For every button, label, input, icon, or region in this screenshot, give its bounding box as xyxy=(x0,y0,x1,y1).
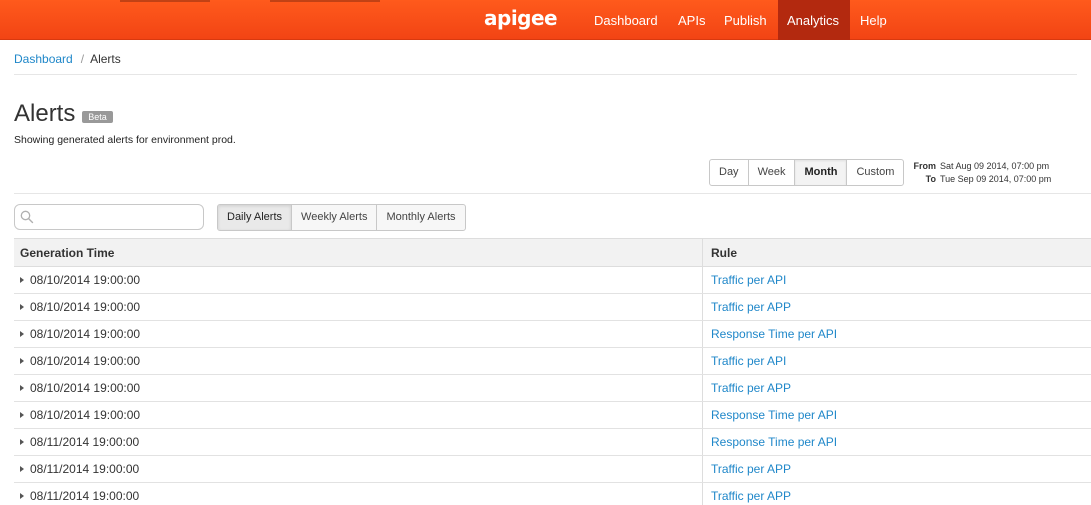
expand-caret-icon[interactable] xyxy=(20,331,24,337)
rule-link[interactable]: Traffic per APP xyxy=(703,456,1091,482)
rule-link[interactable]: Traffic per API xyxy=(703,348,1091,374)
rule-link[interactable]: Traffic per APP xyxy=(703,294,1091,320)
expand-caret-icon[interactable] xyxy=(20,358,24,364)
table-row[interactable]: 08/10/2014 19:00:00 Traffic per APP xyxy=(14,375,1091,402)
decorative-streak xyxy=(120,0,210,2)
page-title: Alerts xyxy=(14,100,76,127)
range-custom-button[interactable]: Custom xyxy=(847,160,903,185)
generation-time-text: 08/11/2014 19:00:00 xyxy=(30,488,140,503)
generation-time-cell: 08/10/2014 19:00:00 xyxy=(14,402,703,428)
generation-time-text: 08/10/2014 19:00:00 xyxy=(30,299,141,314)
nav-dashboard[interactable]: Dashboard xyxy=(585,0,667,40)
breadcrumb: Dashboard / Alerts xyxy=(14,52,121,66)
range-day-button[interactable]: Day xyxy=(710,160,749,185)
range-month-button[interactable]: Month xyxy=(795,160,848,185)
to-value: Tue Sep 09 2014, 07:00 pm xyxy=(940,174,1052,184)
search-icon xyxy=(20,210,34,224)
rule-link[interactable]: Traffic per APP xyxy=(703,375,1091,401)
tab-monthly-alerts[interactable]: Monthly Alerts xyxy=(377,205,464,230)
expand-caret-icon[interactable] xyxy=(20,466,24,472)
generation-time-cell: 08/10/2014 19:00:00 xyxy=(14,267,703,293)
breadcrumb-separator: / xyxy=(80,52,85,66)
nav-analytics[interactable]: Analytics xyxy=(778,0,850,40)
breadcrumb-dashboard-link[interactable]: Dashboard xyxy=(14,52,73,66)
generation-time-text: 08/11/2014 19:00:00 xyxy=(30,461,140,476)
alert-period-tabs: Daily Alerts Weekly Alerts Monthly Alert… xyxy=(217,204,466,231)
generation-time-cell: 08/11/2014 19:00:00 xyxy=(14,456,703,482)
table-row[interactable]: 08/10/2014 19:00:00 Traffic per API xyxy=(14,267,1091,294)
tab-weekly-alerts[interactable]: Weekly Alerts xyxy=(292,205,378,230)
nav-help[interactable]: Help xyxy=(851,0,896,40)
column-header-rule[interactable]: Rule xyxy=(703,239,1091,266)
table-row[interactable]: 08/11/2014 19:00:00 Response Time per API xyxy=(14,429,1091,456)
expand-caret-icon[interactable] xyxy=(20,412,24,418)
nav-apis[interactable]: APIs xyxy=(669,0,714,40)
divider xyxy=(14,74,1077,75)
search-input[interactable] xyxy=(39,206,199,228)
nav-publish[interactable]: Publish xyxy=(715,0,776,40)
tab-daily-alerts[interactable]: Daily Alerts xyxy=(218,205,293,230)
search-box xyxy=(14,204,204,230)
divider xyxy=(14,193,1091,194)
generation-time-text: 08/10/2014 19:00:00 xyxy=(30,326,141,341)
decorative-streak xyxy=(270,0,380,2)
alerts-table: Generation Time Rule 08/10/2014 19:00:00… xyxy=(14,238,1091,505)
to-label: To xyxy=(925,174,936,184)
breadcrumb-current: Alerts xyxy=(90,52,121,66)
table-header: Generation Time Rule xyxy=(14,239,1091,267)
time-range-selector: Day Week Month Custom xyxy=(709,159,905,186)
rule-link[interactable]: Response Time per API xyxy=(703,429,1091,455)
expand-caret-icon[interactable] xyxy=(20,277,24,283)
generation-time-text: 08/10/2014 19:00:00 xyxy=(30,380,141,395)
generation-time-cell: 08/11/2014 19:00:00 xyxy=(14,483,703,505)
page-subtitle: Showing generated alerts for environment… xyxy=(14,134,236,146)
rule-link[interactable]: Response Time per API xyxy=(703,402,1091,428)
expand-caret-icon[interactable] xyxy=(20,304,24,310)
table-body: 08/10/2014 19:00:00 Traffic per API 08/10/… xyxy=(14,267,1091,505)
column-header-generation-time[interactable]: Generation Time xyxy=(14,239,703,266)
table-row[interactable]: 08/10/2014 19:00:00 Traffic per API xyxy=(14,348,1091,375)
date-range-display: From Sat Aug 09 2014, 07:00 pm To Tue Se… xyxy=(908,160,1052,186)
expand-caret-icon[interactable] xyxy=(20,385,24,391)
generation-time-cell: 08/10/2014 19:00:00 xyxy=(14,375,703,401)
table-row[interactable]: 08/10/2014 19:00:00 Response Time per API xyxy=(14,402,1091,429)
table-row[interactable]: 08/11/2014 19:00:00 Traffic per APP xyxy=(14,456,1091,483)
rule-link[interactable]: Traffic per APP xyxy=(703,483,1091,505)
table-row[interactable]: 08/11/2014 19:00:00 Traffic per APP xyxy=(14,483,1091,505)
expand-caret-icon[interactable] xyxy=(20,493,24,499)
table-row[interactable]: 08/10/2014 19:00:00 Traffic per APP xyxy=(14,294,1091,321)
table-row[interactable]: 08/10/2014 19:00:00 Response Time per API xyxy=(14,321,1091,348)
generation-time-text: 08/10/2014 19:00:00 xyxy=(30,353,141,368)
generation-time-text: 08/11/2014 19:00:00 xyxy=(30,434,140,449)
expand-caret-icon[interactable] xyxy=(20,439,24,445)
from-label: From xyxy=(913,161,937,171)
rule-link[interactable]: Response Time per API xyxy=(703,321,1091,347)
beta-badge: Beta xyxy=(82,111,113,123)
range-week-button[interactable]: Week xyxy=(749,160,796,185)
generation-time-text: 08/10/2014 19:00:00 xyxy=(30,407,141,422)
generation-time-cell: 08/10/2014 19:00:00 xyxy=(14,321,703,347)
top-navigation-bar: apigee Dashboard APIs Publish Analytics … xyxy=(0,0,1091,40)
from-value: Sat Aug 09 2014, 07:00 pm xyxy=(940,161,1050,171)
generation-time-text: 08/10/2014 19:00:00 xyxy=(30,272,141,287)
rule-link[interactable]: Traffic per API xyxy=(703,267,1091,293)
apigee-logo[interactable]: apigee xyxy=(484,6,558,30)
generation-time-cell: 08/11/2014 19:00:00 xyxy=(14,429,703,455)
generation-time-cell: 08/10/2014 19:00:00 xyxy=(14,348,703,374)
generation-time-cell: 08/10/2014 19:00:00 xyxy=(14,294,703,320)
